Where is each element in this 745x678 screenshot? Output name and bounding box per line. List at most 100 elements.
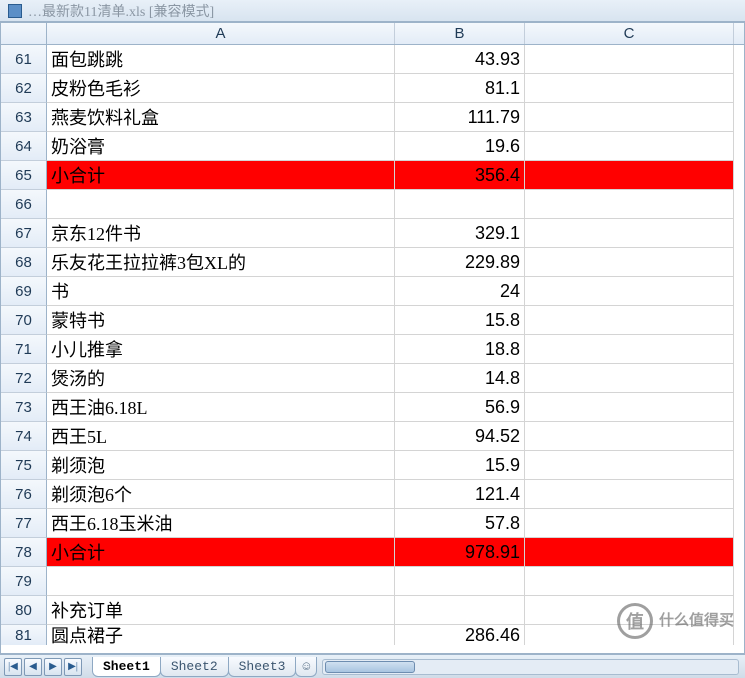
cell-c[interactable]	[525, 567, 734, 596]
cell-a[interactable]: 煲汤的	[47, 364, 395, 393]
row-header[interactable]: 73	[1, 393, 47, 422]
cell-c[interactable]	[525, 248, 734, 277]
row-header[interactable]: 70	[1, 306, 47, 335]
cell-c[interactable]	[525, 335, 734, 364]
cell-a[interactable]: 圆点裙子	[47, 625, 395, 645]
cell-a[interactable]: 燕麦饮料礼盒	[47, 103, 395, 132]
cell-b[interactable]: 111.79	[395, 103, 525, 132]
cell-c[interactable]	[525, 219, 734, 248]
cell-b[interactable]	[395, 190, 525, 219]
col-header-c[interactable]: C	[525, 23, 734, 44]
scrollbar-thumb[interactable]	[325, 661, 415, 673]
row-header[interactable]: 75	[1, 451, 47, 480]
col-header-a[interactable]: A	[47, 23, 395, 44]
horizontal-scrollbar[interactable]	[322, 659, 739, 675]
cell-c[interactable]	[525, 625, 734, 645]
cell-c[interactable]	[525, 103, 734, 132]
cell-b[interactable]: 15.9	[395, 451, 525, 480]
cell-a[interactable]: 剃须泡	[47, 451, 395, 480]
nav-next-button[interactable]: ▶	[44, 658, 62, 676]
cell-c[interactable]	[525, 538, 734, 567]
row-header[interactable]: 74	[1, 422, 47, 451]
row-header[interactable]: 61	[1, 45, 47, 74]
cell-c[interactable]	[525, 422, 734, 451]
cell-b[interactable]: 18.8	[395, 335, 525, 364]
nav-prev-button[interactable]: ◀	[24, 658, 42, 676]
cell-b[interactable]: 24	[395, 277, 525, 306]
cell-c[interactable]	[525, 190, 734, 219]
cell-a[interactable]: 小合计	[47, 161, 395, 190]
row-header[interactable]: 69	[1, 277, 47, 306]
cell-b[interactable]: 19.6	[395, 132, 525, 161]
row-header[interactable]: 79	[1, 567, 47, 596]
cell-a[interactable]: 书	[47, 277, 395, 306]
cell-c[interactable]	[525, 306, 734, 335]
cell-c[interactable]	[525, 277, 734, 306]
cell-b[interactable]: 81.1	[395, 74, 525, 103]
row-header[interactable]: 80	[1, 596, 47, 625]
table-row: 66	[1, 190, 744, 219]
cell-a[interactable]: 小合计	[47, 538, 395, 567]
cell-b[interactable]: 121.4	[395, 480, 525, 509]
nav-first-button[interactable]: |◀	[4, 658, 22, 676]
row-header[interactable]: 63	[1, 103, 47, 132]
cell-a[interactable]: 剃须泡6个	[47, 480, 395, 509]
cell-c[interactable]	[525, 74, 734, 103]
cell-a[interactable]	[47, 567, 395, 596]
cell-b[interactable]: 94.52	[395, 422, 525, 451]
cell-c[interactable]	[525, 161, 734, 190]
row-header[interactable]: 78	[1, 538, 47, 567]
cell-b[interactable]: 15.8	[395, 306, 525, 335]
cell-a[interactable]: 乐友花王拉拉裤3包XL的	[47, 248, 395, 277]
cell-b[interactable]: 286.46	[395, 625, 525, 645]
cell-a[interactable]: 皮粉色毛衫	[47, 74, 395, 103]
cell-b[interactable]	[395, 596, 525, 625]
row-header[interactable]: 62	[1, 74, 47, 103]
cell-c[interactable]	[525, 364, 734, 393]
row-header[interactable]: 71	[1, 335, 47, 364]
cell-b[interactable]: 57.8	[395, 509, 525, 538]
row-header[interactable]: 76	[1, 480, 47, 509]
col-header-b[interactable]: B	[395, 23, 525, 44]
cell-c[interactable]	[525, 480, 734, 509]
select-all-corner[interactable]	[1, 23, 47, 44]
cell-b[interactable]: 329.1	[395, 219, 525, 248]
cell-b[interactable]	[395, 567, 525, 596]
cell-c[interactable]	[525, 132, 734, 161]
cell-b[interactable]: 229.89	[395, 248, 525, 277]
cell-c[interactable]	[525, 45, 734, 74]
cell-b[interactable]: 978.91	[395, 538, 525, 567]
row-header[interactable]: 66	[1, 190, 47, 219]
cell-c[interactable]	[525, 509, 734, 538]
cell-b[interactable]: 56.9	[395, 393, 525, 422]
cell-a[interactable]: 西王油6.18L	[47, 393, 395, 422]
row-header[interactable]: 77	[1, 509, 47, 538]
cell-a[interactable]: 奶浴膏	[47, 132, 395, 161]
row-header[interactable]: 67	[1, 219, 47, 248]
table-row: 62皮粉色毛衫81.1	[1, 74, 744, 103]
cell-a[interactable]: 面包跳跳	[47, 45, 395, 74]
cell-a[interactable]: 西王5L	[47, 422, 395, 451]
cell-a[interactable]: 补充订单	[47, 596, 395, 625]
sheet-tab[interactable]: Sheet1	[92, 657, 161, 677]
cell-a[interactable]	[47, 190, 395, 219]
cell-c[interactable]	[525, 451, 734, 480]
cell-a[interactable]: 蒙特书	[47, 306, 395, 335]
sheet-tab[interactable]: Sheet2	[160, 657, 229, 677]
new-sheet-tab[interactable]: ☺	[295, 657, 317, 677]
row-header[interactable]: 64	[1, 132, 47, 161]
row-header[interactable]: 68	[1, 248, 47, 277]
cell-a[interactable]: 小儿推拿	[47, 335, 395, 364]
cell-b[interactable]: 356.4	[395, 161, 525, 190]
sheet-tab[interactable]: Sheet3	[228, 657, 297, 677]
row-header[interactable]: 81	[1, 625, 47, 645]
cell-b[interactable]: 43.93	[395, 45, 525, 74]
cell-b[interactable]: 14.8	[395, 364, 525, 393]
row-header[interactable]: 65	[1, 161, 47, 190]
cell-c[interactable]	[525, 393, 734, 422]
nav-last-button[interactable]: ▶|	[64, 658, 82, 676]
cell-a[interactable]: 西王6.18玉米油	[47, 509, 395, 538]
row-header[interactable]: 72	[1, 364, 47, 393]
cell-c[interactable]	[525, 596, 734, 625]
cell-a[interactable]: 京东12件书	[47, 219, 395, 248]
